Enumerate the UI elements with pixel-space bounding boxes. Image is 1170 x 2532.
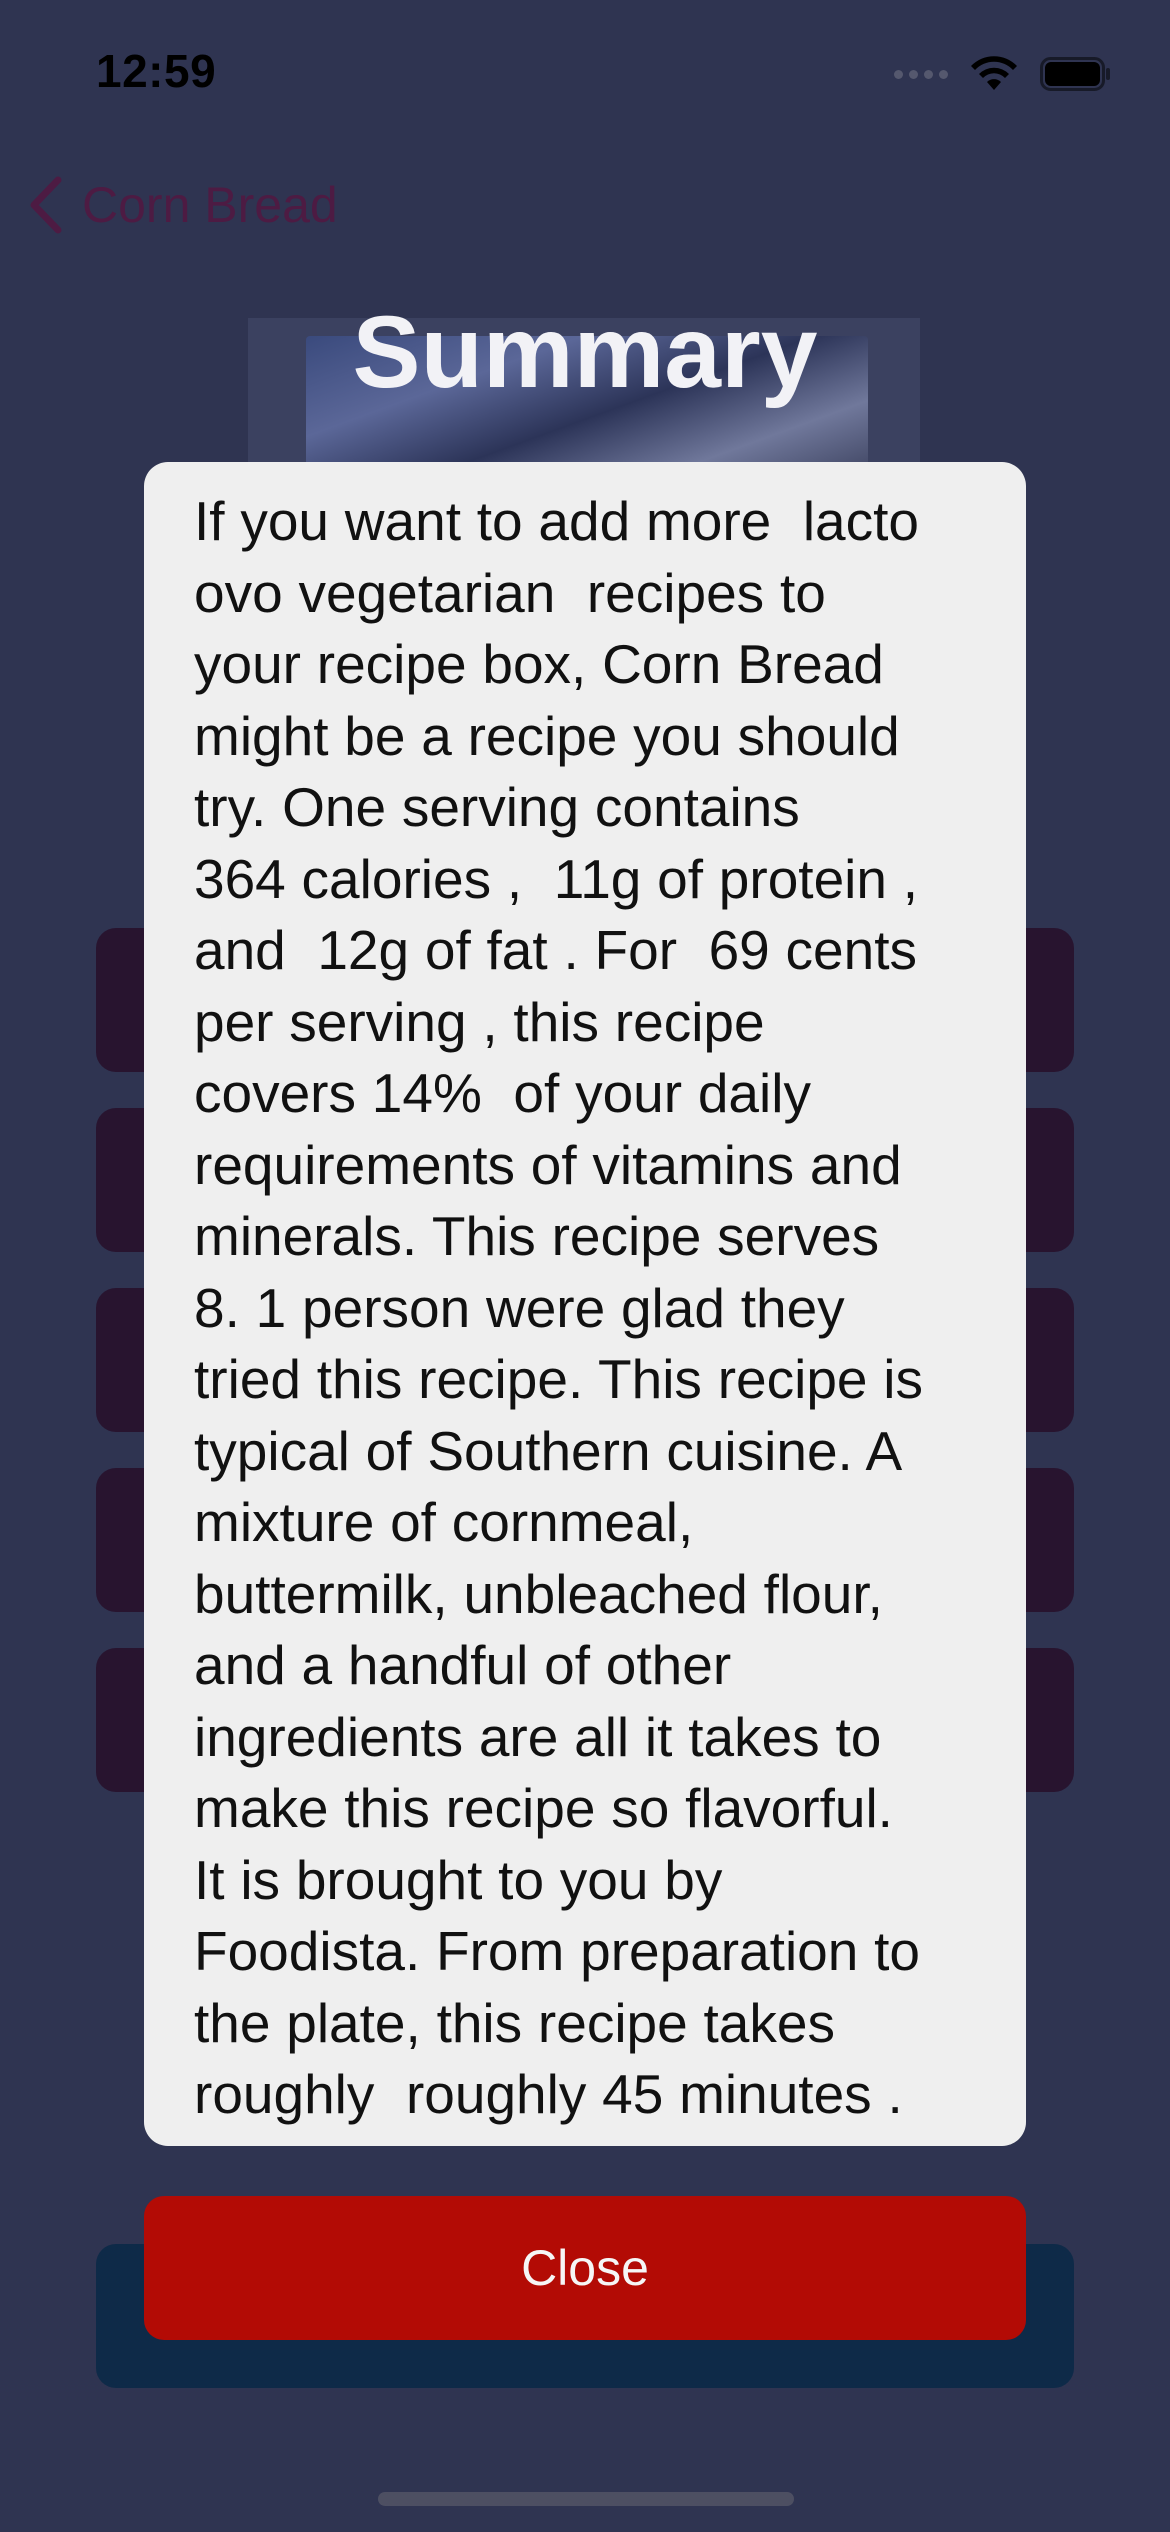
status-time: 12:59 [96,45,217,97]
summary-line: and a handful of other [194,1634,732,1696]
wifi-icon [971,56,1017,90]
summary-line: minerals. This recipe serves [194,1205,880,1267]
summary-line: ingredients are all it takes to [194,1705,882,1768]
status-icons [894,56,1112,92]
summary-line: the plate, this recipe takes [194,1991,835,2054]
summary-line: If you want to add more lacto [194,490,919,552]
summary-line: typical of Southern cuisine. A [194,1419,903,1482]
chevron-left-icon [30,176,62,234]
summary-modal[interactable]: If you want to add more lacto ovo vegetar… [144,462,1026,2146]
page-title: Summary [352,295,818,409]
cellular-signal-icon [894,69,948,79]
summary-line: 364 calories , 11g of protein , [194,847,919,910]
battery-icon [1040,57,1110,91]
home-indicator[interactable] [378,2492,794,2506]
screen: 12:59 Corn Bread Summary If you want to … [0,0,1170,2532]
summary-text: If you want to add more lacto ovo vegetar… [194,486,994,2131]
back-button-label: Corn Bread [82,177,338,233]
summary-line: buttermilk, unbleached flour, [194,1562,883,1625]
summary-line: might be a recipe you should [194,704,900,767]
summary-line: roughly roughly 45 minutes . [194,2063,903,2125]
summary-line: make this recipe so flavorful. [194,1777,893,1839]
summary-line: covers 14% of your daily [194,1062,811,1124]
summary-line: 8. 1 person were glad they [194,1276,845,1339]
summary-line: ovo vegetarian recipes to [194,561,826,624]
summary-line: and 12g of fat . For 69 cents [194,919,917,981]
summary-line: tried this recipe. This recipe is [194,1348,923,1410]
status-bar: 12:59 [0,0,1170,140]
summary-line: Foodista. From preparation to [194,1920,921,1982]
summary-line: It is brought to you by [194,1848,723,1911]
summary-line: mixture of cornmeal, [194,1491,694,1553]
close-button[interactable]: Close [144,2196,1026,2340]
summary-line: requirements of vitamins and [194,1133,902,1196]
back-button[interactable]: Corn Bread [26,176,338,234]
summary-line: per serving , this recipe [194,990,765,1053]
summary-line: your recipe box, Corn Bread [194,633,884,695]
summary-line: try. One serving contains [194,776,800,838]
